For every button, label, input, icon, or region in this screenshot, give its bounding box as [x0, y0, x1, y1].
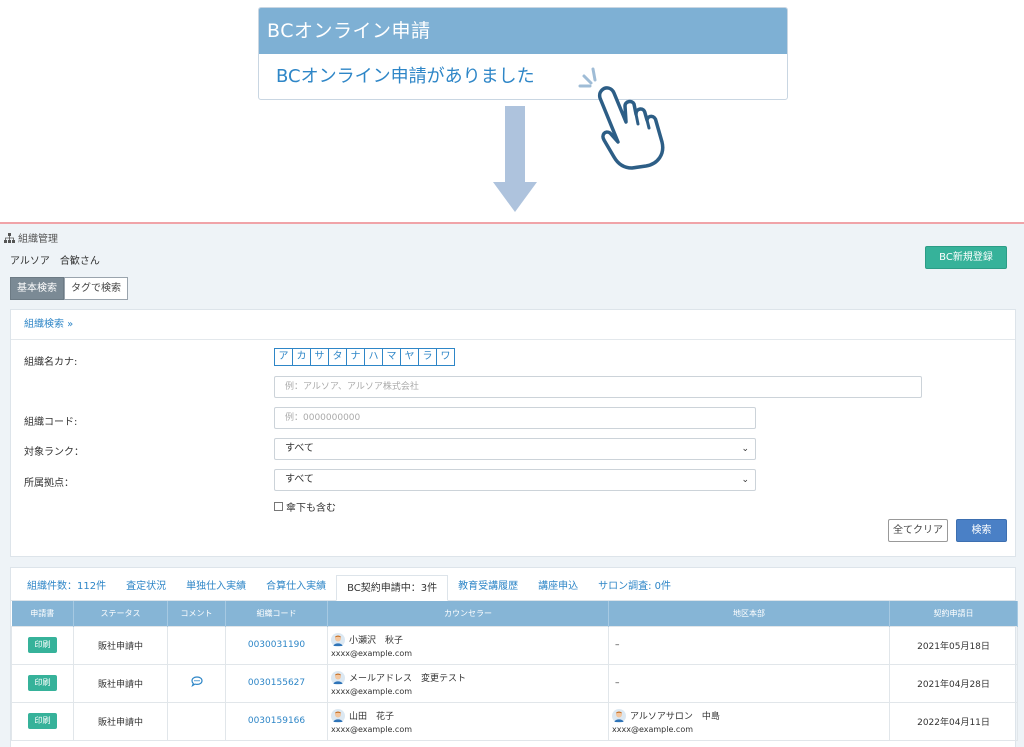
- date-cell: 2022年04月11日: [889, 701, 1018, 741]
- column-header: 申請書: [11, 601, 74, 626]
- kana-label: 組織名カナ:: [24, 357, 78, 368]
- comment-cell: [167, 701, 226, 741]
- chevron-down-icon: ⌄: [741, 475, 749, 485]
- section-label: 組織管理: [18, 234, 58, 245]
- clear-all-button[interactable]: 全てクリア: [888, 519, 948, 542]
- org-search-toggle[interactable]: 組織検索 »: [11, 310, 1015, 340]
- base-select[interactable]: すべて ⌄: [274, 469, 756, 491]
- kana-button-sa[interactable]: サ: [310, 348, 329, 366]
- tab-bc-applications[interactable]: BC契約申請中：3件: [336, 575, 449, 601]
- tab-combined-purchase[interactable]: 合算仕入実績: [256, 574, 336, 600]
- date-cell: 2021年04月28日: [889, 663, 1018, 703]
- base-select-value: すべて: [285, 474, 314, 485]
- org-code-label: 組織コード:: [24, 417, 78, 428]
- org-chart-icon: [4, 232, 15, 243]
- column-header: 組織コード: [225, 601, 328, 626]
- tab-education-history[interactable]: 教育受講履歴: [448, 574, 528, 600]
- rank-select[interactable]: すべて ⌄: [274, 438, 756, 460]
- tab-assessment[interactable]: 査定状況: [116, 574, 176, 600]
- counselor-name: メールアドレス 変更テスト: [349, 674, 467, 684]
- bc-application-table: 申請書 ステータス コメント 組織コード カウンセラー 地区本部 契約申請日 印…: [11, 601, 1018, 741]
- result-card: 組織件数：112件 査定状況 単独仕入実績 合算仕入実績 BC契約申請中：3件 …: [10, 567, 1018, 747]
- print-button[interactable]: 印刷: [28, 637, 57, 653]
- search-card: 組織検索 » 組織名カナ: ア カ サ タ ナ ハ マ ヤ ラ ワ 例：アルソア…: [10, 309, 1016, 557]
- avatar-icon: [612, 708, 626, 723]
- down-arrow-icon: [493, 106, 537, 212]
- status-cell: 販社申請中: [73, 701, 168, 741]
- column-header: 地区本部: [608, 601, 890, 626]
- kana-button-ya[interactable]: ヤ: [400, 348, 419, 366]
- org-code-link[interactable]: 0030031190: [248, 640, 305, 650]
- column-header: カウンセラー: [327, 601, 609, 626]
- chevron-down-icon: ⌄: [741, 444, 749, 454]
- kana-button-ha[interactable]: ハ: [364, 348, 383, 366]
- status-cell: 販社申請中: [73, 663, 168, 703]
- kana-button-ra[interactable]: ラ: [418, 348, 437, 366]
- print-button[interactable]: 印刷: [28, 675, 57, 691]
- search-mode-tabs: 基本検索 タグで検索: [10, 277, 128, 300]
- kana-button-a[interactable]: ア: [274, 348, 293, 366]
- user-name: アルソア 合歓さん: [10, 256, 100, 267]
- org-management-panel: 組織管理 アルソア 合歓さん BC新規登録 基本検索 タグで検索 組織検索 » …: [0, 222, 1024, 747]
- avatar-icon: [331, 708, 345, 723]
- region-email: xxxx@example.com: [612, 724, 693, 734]
- kana-button-ma[interactable]: マ: [382, 348, 401, 366]
- table-row: 印刷 販社申請中 0030159166 山田 花子 xxxx@example.c…: [11, 701, 1018, 741]
- rank-select-value: すべて: [285, 443, 314, 454]
- column-header: ステータス: [73, 601, 168, 626]
- rank-label: 対象ランク：: [24, 447, 84, 458]
- tab-course-application[interactable]: 講座申込: [528, 574, 588, 600]
- counselor-name: 山田 花子: [349, 712, 395, 722]
- kana-button-ta[interactable]: タ: [328, 348, 347, 366]
- region-cell: –: [608, 625, 890, 665]
- table-row: 印刷 販社申請中 0030155627 メールアドレス 変更テスト xxxx@e…: [11, 663, 1018, 703]
- comment-icon[interactable]: [190, 676, 203, 688]
- comment-cell: [167, 625, 226, 665]
- table-row: 印刷 販社申請中 0030031190 小瀬沢 秋子 xxxx@example.…: [11, 625, 1018, 665]
- tab-tag-search[interactable]: タグで検索: [64, 277, 128, 300]
- date-cell: 2021年05月18日: [889, 625, 1018, 665]
- org-code-input[interactable]: 例：0000000000: [274, 407, 756, 429]
- tab-salon-survey[interactable]: サロン調査: 0件: [588, 574, 681, 600]
- base-label: 所属拠点：: [24, 478, 74, 489]
- comment-cell: [167, 663, 226, 703]
- kana-button-group: ア カ サ タ ナ ハ マ ヤ ラ ワ: [274, 348, 455, 366]
- column-header: 契約申請日: [889, 601, 1018, 626]
- notification-title: BCオンライン申請: [259, 8, 787, 54]
- counselor-name: 小瀬沢 秋子: [349, 636, 404, 646]
- include-sub-checkbox[interactable]: [274, 502, 283, 511]
- status-cell: 販社申請中: [73, 625, 168, 665]
- kana-button-na[interactable]: ナ: [346, 348, 365, 366]
- tab-single-purchase[interactable]: 単独仕入実績: [176, 574, 256, 600]
- counselor-email: xxxx@example.com: [331, 648, 412, 658]
- region-cell: –: [608, 663, 890, 703]
- counselor-email: xxxx@example.com: [331, 686, 412, 696]
- include-sub-checkbox-row[interactable]: 傘下も含む: [274, 499, 336, 514]
- pointing-hand-icon: [597, 86, 665, 170]
- kana-button-ka[interactable]: カ: [292, 348, 311, 366]
- bc-new-register-button[interactable]: BC新規登録: [925, 246, 1007, 269]
- notification-message[interactable]: BCオンライン申請がありました: [259, 54, 787, 99]
- include-sub-label: 傘下も含む: [286, 503, 336, 514]
- column-header: コメント: [167, 601, 226, 626]
- avatar-icon: [331, 670, 345, 685]
- org-name-input[interactable]: 例：アルソア、アルソア株式会社: [274, 376, 922, 398]
- org-code-link[interactable]: 0030155627: [248, 678, 305, 688]
- result-tabs: 組織件数：112件 査定状況 単独仕入実績 合算仕入実績 BC契約申請中：3件 …: [11, 568, 1015, 601]
- section-header: 組織管理: [4, 230, 58, 245]
- avatar-icon: [331, 632, 345, 647]
- notification-card[interactable]: BCオンライン申請 BCオンライン申請がありました: [258, 7, 788, 100]
- search-button[interactable]: 検索: [956, 519, 1007, 542]
- table-header-row: 申請書 ステータス コメント 組織コード カウンセラー 地区本部 契約申請日: [11, 601, 1018, 626]
- tab-org-count[interactable]: 組織件数：112件: [17, 574, 116, 600]
- counselor-email: xxxx@example.com: [331, 724, 412, 734]
- kana-button-wa[interactable]: ワ: [436, 348, 455, 366]
- region-name: アルソアサロン 中島: [630, 712, 720, 722]
- print-button[interactable]: 印刷: [28, 713, 57, 729]
- org-code-link[interactable]: 0030159166: [248, 716, 305, 726]
- tab-basic-search[interactable]: 基本検索: [10, 277, 64, 300]
